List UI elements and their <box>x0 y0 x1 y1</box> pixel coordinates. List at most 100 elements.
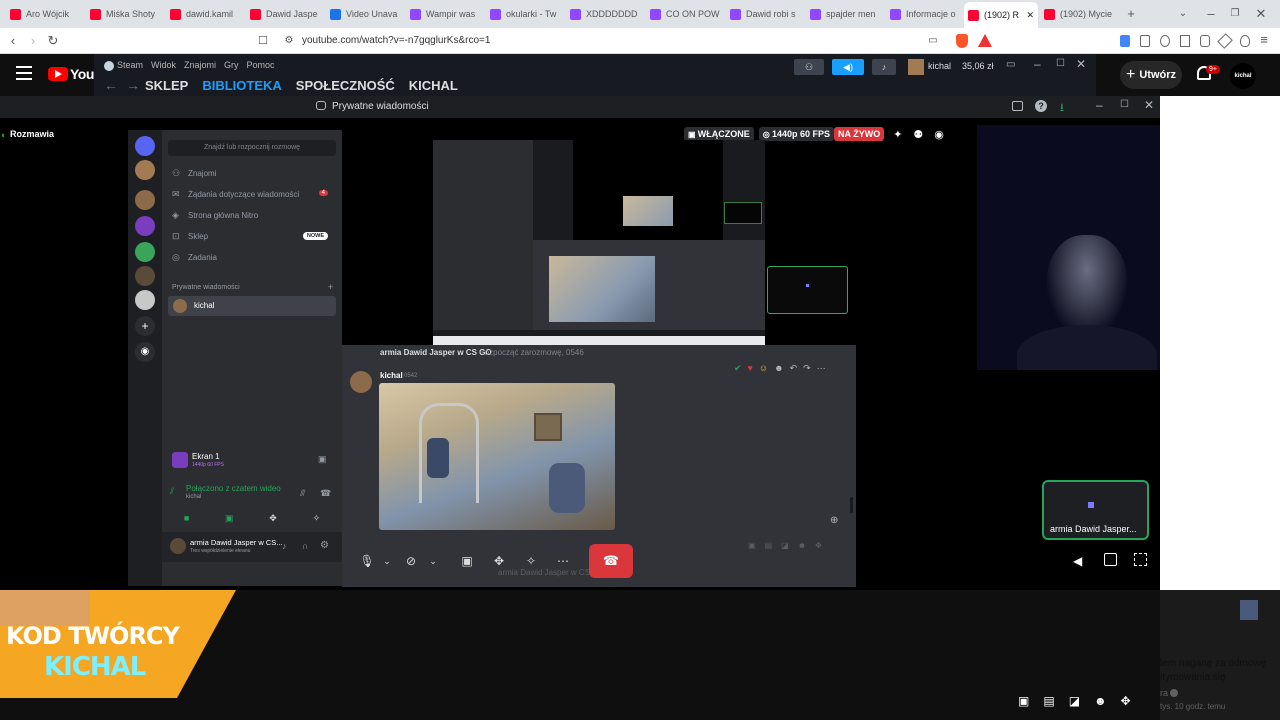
brave-rewards-icon[interactable] <box>978 34 992 47</box>
url-field[interactable]: youtube.com/watch?v=-n7gqglurKs&rco=1 <box>302 35 490 46</box>
apps-icon[interactable]: ✥ <box>815 541 822 550</box>
zoom-icon[interactable]: ⊕ <box>830 515 838 526</box>
gif-icon[interactable]: ▤ <box>765 541 773 550</box>
menu-icon[interactable]: ≡ <box>1260 33 1270 47</box>
activities-icon[interactable]: ✥ <box>269 513 277 524</box>
browser-tab[interactable]: CO ON POW <box>650 4 724 24</box>
steam-menu-item[interactable]: Znajomi <box>184 60 216 70</box>
subtitles-icon[interactable]: ▤ <box>1043 694 1054 708</box>
mute-mic-icon[interactable]: ♪ <box>282 541 287 551</box>
heart-reaction-icon[interactable]: ♥ <box>748 363 753 374</box>
add-dm-icon[interactable]: + <box>328 282 333 292</box>
user-settings-icon[interactable]: ⚙ <box>320 540 329 551</box>
emoji-reaction-icon[interactable]: ☺ <box>759 363 768 374</box>
microphone-icon[interactable]: 🎙︎ <box>356 550 378 572</box>
dm-menu-item[interactable]: ⚇ Znajomi <box>170 168 334 182</box>
add-reaction-icon[interactable]: ☻ <box>774 363 783 374</box>
close-window-icon[interactable]: ✕ <box>1254 7 1268 21</box>
server-icon-1[interactable] <box>135 160 155 180</box>
share-screen-icon[interactable]: ▣ <box>225 513 234 524</box>
dm-menu-item[interactable]: ◈ Strona główna Nitro <box>170 210 334 224</box>
browser-tab[interactable]: (1902) Mycie <box>1044 4 1118 24</box>
steam-forward-icon[interactable]: → <box>126 77 140 93</box>
noise-icon[interactable]: ⫻ <box>300 488 305 499</box>
message-image[interactable] <box>379 383 615 530</box>
mic-options-chevron-icon[interactable]: ⌄ <box>376 550 398 572</box>
steam-nav-item[interactable]: BIBLIOTEKA <box>202 78 281 93</box>
dm-menu-item[interactable]: ✉ Żądania dotyczące wiadomości 4 <box>170 189 334 203</box>
message-author[interactable]: kichal <box>380 371 403 380</box>
more-options-icon[interactable]: ⋯ <box>817 363 826 374</box>
browser-tab[interactable]: Informacje o <box>890 4 964 24</box>
participant-tile-preview[interactable] <box>767 266 848 314</box>
browser-tab[interactable]: Video Unava <box>330 4 404 24</box>
reload-icon[interactable]: ↻ <box>46 34 60 48</box>
settings-icon[interactable]: ◪ <box>1069 694 1080 708</box>
discord-close-icon[interactable]: ✕ <box>1144 98 1154 112</box>
fullscreen-icon[interactable] <box>1134 553 1147 566</box>
browser-tab[interactable]: Dawid Jaspe <box>250 4 324 24</box>
steam-menu-item[interactable]: Pomoc <box>247 60 275 70</box>
back-icon[interactable]: ‹ <box>6 34 20 48</box>
help-icon[interactable]: ? <box>1035 100 1047 112</box>
soundboard-sparkle-icon[interactable]: ✧ <box>520 550 542 572</box>
emoji-icon[interactable]: ☻ <box>798 541 806 550</box>
browser-tab[interactable]: XDDDDDDD <box>570 4 644 24</box>
disconnect-icon[interactable]: ☎ <box>320 488 331 499</box>
forward-icon[interactable]: › <box>26 34 40 48</box>
steam-minimize-icon[interactable]: – <box>1034 57 1041 71</box>
discord-minimize-icon[interactable]: – <box>1096 98 1103 112</box>
activity-icon[interactable]: ◉ <box>934 128 944 141</box>
forward-icon[interactable]: ↷ <box>803 363 811 374</box>
dm-menu-item[interactable]: ⊡ Sklep NOWE <box>170 231 334 245</box>
server-icon-5[interactable] <box>135 266 155 286</box>
browser-tab[interactable]: Aro Wójcik <box>10 4 84 24</box>
user-avatar[interactable] <box>170 538 186 554</box>
new-tab-icon[interactable]: + <box>1124 7 1138 21</box>
download-icon[interactable]: ⭳ <box>1060 99 1064 118</box>
browser-tab[interactable]: Wampir was <box>410 4 484 24</box>
bookmark-icon[interactable]: ☐ <box>256 34 270 48</box>
hamburger-menu-icon[interactable] <box>16 66 32 80</box>
camera-options-chevron-icon[interactable]: ⌄ <box>422 550 444 572</box>
minimize-window-icon[interactable]: – <box>1204 7 1218 21</box>
popout-icon[interactable] <box>1104 553 1117 566</box>
tab-list-chevron-icon[interactable]: ⌄ <box>1176 7 1190 21</box>
stop-share-icon[interactable]: ▣ <box>318 454 327 465</box>
screen-share-toggle-icon[interactable]: ▣ <box>456 550 478 572</box>
steam-notif-bell-icon[interactable]: ♪ <box>872 59 896 75</box>
pin-icon[interactable]: ✦ <box>893 128 902 141</box>
wallet-icon[interactable] <box>1200 35 1211 47</box>
camera-off-icon[interactable]: ⊘ <box>400 550 422 572</box>
gift-icon[interactable]: ▣ <box>1018 694 1029 708</box>
steam-bigpicture-icon[interactable]: ▭ <box>1006 59 1015 70</box>
cast-icon[interactable]: ▭ <box>926 34 940 48</box>
browser-tab[interactable]: Dawid robi s <box>730 4 804 24</box>
add-server-icon[interactable]: + <box>135 316 155 336</box>
inbox-icon[interactable] <box>1012 101 1023 111</box>
participant-tile[interactable]: armia Dawid Jasper... <box>1042 480 1149 540</box>
dm-menu-item[interactable]: ◎ Zadania <box>170 252 334 266</box>
youtube-logo-icon[interactable] <box>48 67 68 81</box>
browser-tab[interactable]: (1902) R ✕ <box>964 2 1038 28</box>
steam-announce-icon[interactable]: ◀) <box>832 59 864 75</box>
brave-shield-icon[interactable] <box>956 34 968 48</box>
discord-home-icon[interactable] <box>135 136 155 156</box>
steam-menu-item[interactable]: Gry <box>224 60 239 70</box>
steam-close-icon[interactable]: ✕ <box>1076 57 1086 71</box>
more-call-options-icon[interactable]: ⋯ <box>552 550 574 572</box>
check-reaction-icon[interactable]: ✔ <box>734 363 742 374</box>
steam-nav-item[interactable]: SKLEP <box>145 78 188 93</box>
server-icon-4[interactable] <box>135 242 155 262</box>
translate-icon[interactable] <box>1120 35 1130 47</box>
miniplayer-icon[interactable]: ☻ <box>1094 694 1107 708</box>
sticker-icon[interactable]: ◪ <box>781 541 789 550</box>
server-icon-3[interactable] <box>135 216 155 236</box>
gift-icon[interactable]: ▣ <box>748 541 756 550</box>
steam-friends-icon[interactable]: ⚇ <box>794 59 824 75</box>
add-people-icon[interactable]: ⚉ <box>913 128 923 141</box>
server-icon-6[interactable] <box>135 290 155 310</box>
steam-nav-item[interactable]: SPOŁECZNOŚĆ <box>296 78 395 93</box>
explore-servers-icon[interactable]: ◉ <box>135 342 155 362</box>
steam-menu-item[interactable]: Widok <box>151 60 176 70</box>
